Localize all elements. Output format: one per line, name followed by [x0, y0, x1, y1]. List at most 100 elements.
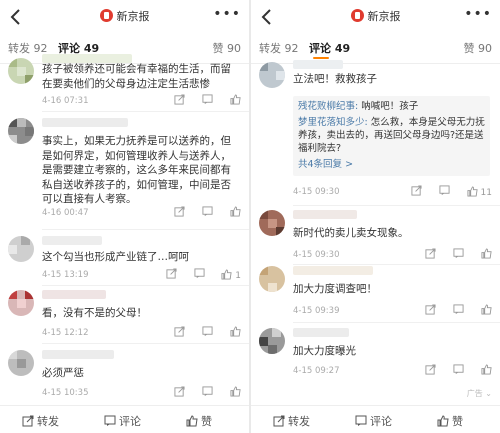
like-icon[interactable] — [481, 364, 492, 378]
comment-label: 评论 — [119, 415, 141, 428]
comment-text: 孩子被领养还可能会有幸福的生活，而留在要卖他们的父母身边注定生活悲惨 — [42, 63, 231, 90]
brand-logo-icon — [99, 9, 113, 22]
view-all-replies-link[interactable]: 共4条回复 > — [298, 158, 485, 171]
comment-time: 4-15 10:35 — [42, 388, 89, 398]
forward-button[interactable]: 转发 — [22, 413, 59, 429]
like-count: 11 — [480, 188, 492, 198]
comment-button[interactable]: 评论 — [104, 413, 141, 429]
reply-icon[interactable] — [453, 248, 464, 262]
username-masked[interactable] — [293, 60, 343, 69]
reply-item: 梦里花落知多少: 怎么救，本身是父母无力抚养孩，卖出去的，再送回父母身边吗?还是… — [298, 116, 485, 155]
reply-icon[interactable] — [453, 364, 464, 378]
share-icon[interactable] — [174, 94, 185, 108]
ad-label[interactable]: 广告 ⌄ — [467, 388, 492, 399]
like-icon[interactable] — [481, 248, 492, 262]
share-icon[interactable] — [425, 364, 436, 378]
comment-actions: 11 — [397, 185, 492, 199]
comment-time: 4-16 00:47 — [42, 208, 89, 218]
like-icon[interactable] — [230, 206, 241, 220]
comment-item: 加大力度调查吧！ 4-15 09:39 — [251, 264, 500, 323]
active-tab-indicator — [313, 57, 329, 59]
reply-icon[interactable] — [439, 185, 450, 199]
share-icon[interactable] — [425, 304, 436, 318]
reply-author[interactable]: 残花败柳纪事: — [298, 101, 358, 112]
avatar[interactable] — [8, 236, 34, 262]
comments-screen-left: 新京报 ••• 转发 92 评论 49 赞 90 孩子被领养还可能会有幸福的生活… — [0, 0, 249, 433]
avatar[interactable] — [259, 266, 285, 292]
forward-label: 转发 — [288, 415, 310, 428]
ad-text: 广告 — [466, 389, 483, 398]
reply-icon[interactable] — [202, 206, 213, 220]
share-icon[interactable] — [174, 206, 185, 220]
comment-item: 新时代的卖儿卖女现象。 4-15 09:30 — [251, 206, 500, 265]
account-title: 新京报 — [251, 8, 500, 24]
avatar[interactable] — [8, 118, 34, 144]
comment-actions — [160, 386, 241, 400]
share-icon[interactable] — [174, 326, 185, 340]
reply-icon[interactable] — [202, 326, 213, 340]
tab-likes[interactable]: 赞 90 — [213, 40, 242, 56]
comment-item: 看，没有不是的父母！ 4-15 12:12 — [0, 286, 249, 344]
comment-time: 4-15 09:30 — [293, 187, 340, 197]
tab-likes[interactable]: 赞 90 — [464, 40, 493, 56]
reply-icon[interactable] — [193, 268, 205, 282]
reply-icon[interactable] — [453, 304, 464, 318]
like-label: 赞 — [201, 415, 212, 428]
username-masked[interactable] — [42, 236, 102, 245]
username-masked[interactable] — [293, 266, 373, 275]
reply-preview-box[interactable]: 残花败柳纪事: 呐喊吧！孩子 梦里花落知多少: 怎么救，本身是父母无力抚养孩，卖… — [293, 96, 490, 176]
share-icon[interactable] — [411, 185, 422, 199]
tab-comments[interactable]: 评论 49 — [309, 40, 350, 56]
tab-forward[interactable]: 转发 92 — [8, 40, 48, 56]
comment-actions — [411, 304, 492, 318]
forward-icon — [22, 415, 34, 427]
bottom-action-bar: 转发 评论 赞 — [0, 405, 249, 433]
like-icon[interactable] — [481, 304, 492, 318]
username-masked[interactable] — [42, 350, 114, 359]
share-icon[interactable] — [166, 268, 177, 282]
like-icon[interactable] — [230, 386, 241, 400]
username-masked[interactable] — [293, 210, 357, 219]
comment-text: 加大力度调查吧！ — [293, 283, 377, 295]
comment-icon — [355, 415, 367, 426]
account-name: 新京报 — [367, 10, 401, 23]
comment-text: 看，没有不是的父母！ — [42, 307, 147, 319]
top-bar: 新京报 ••• — [0, 0, 249, 34]
comment-item: 孩子被领养还可能会有幸福的生活，而留在要卖他们的父母身边注定生活悲惨 4-16 … — [0, 54, 249, 112]
avatar[interactable] — [8, 290, 34, 316]
avatar[interactable] — [259, 328, 285, 354]
comment-time: 4-15 12:12 — [42, 328, 89, 338]
forward-button[interactable]: 转发 — [273, 413, 310, 429]
avatar[interactable] — [259, 62, 285, 88]
username-masked[interactable] — [293, 328, 349, 337]
comment-button[interactable]: 评论 — [355, 413, 392, 429]
avatar[interactable] — [259, 210, 285, 236]
like-icon[interactable] — [230, 94, 241, 108]
like-count: 1 — [235, 271, 241, 281]
reply-icon[interactable] — [202, 386, 213, 400]
avatar[interactable] — [8, 350, 34, 376]
comments-screen-right: 新京报 ••• 转发 92 评论 49 赞 90 立法吧！救救孩子 残花败柳纪事… — [251, 0, 500, 433]
comment-text: 事实上，如果无力抚养是可以送养的，但是如何界定，如何管理收养人与送养人，是需要建… — [42, 135, 231, 205]
more-options-icon[interactable]: ••• — [464, 6, 492, 22]
like-icon[interactable] — [230, 326, 241, 340]
avatar[interactable] — [8, 58, 34, 84]
like-button[interactable]: 赞 — [437, 413, 463, 429]
thumbs-up-icon — [186, 415, 198, 427]
comment-actions — [160, 94, 241, 108]
reply-author[interactable]: 梦里花落知多少: — [298, 117, 368, 128]
more-options-icon[interactable]: ••• — [213, 6, 241, 22]
comment-item: 这个勾当也形成产业链了…呵呵 4-15 13:19 1 — [0, 230, 249, 286]
reply-icon[interactable] — [202, 94, 213, 108]
tab-forward[interactable]: 转发 92 — [259, 40, 299, 56]
like-button[interactable]: 11 — [467, 186, 492, 198]
like-button[interactable]: 1 — [221, 269, 241, 281]
share-icon[interactable] — [425, 248, 436, 262]
like-button[interactable]: 赞 — [186, 413, 212, 429]
share-icon[interactable] — [174, 386, 185, 400]
forward-icon — [273, 415, 285, 427]
brand-logo-icon — [350, 9, 364, 22]
comment-label: 评论 — [370, 415, 392, 428]
username-masked[interactable] — [42, 290, 106, 299]
username-masked[interactable] — [42, 118, 128, 127]
